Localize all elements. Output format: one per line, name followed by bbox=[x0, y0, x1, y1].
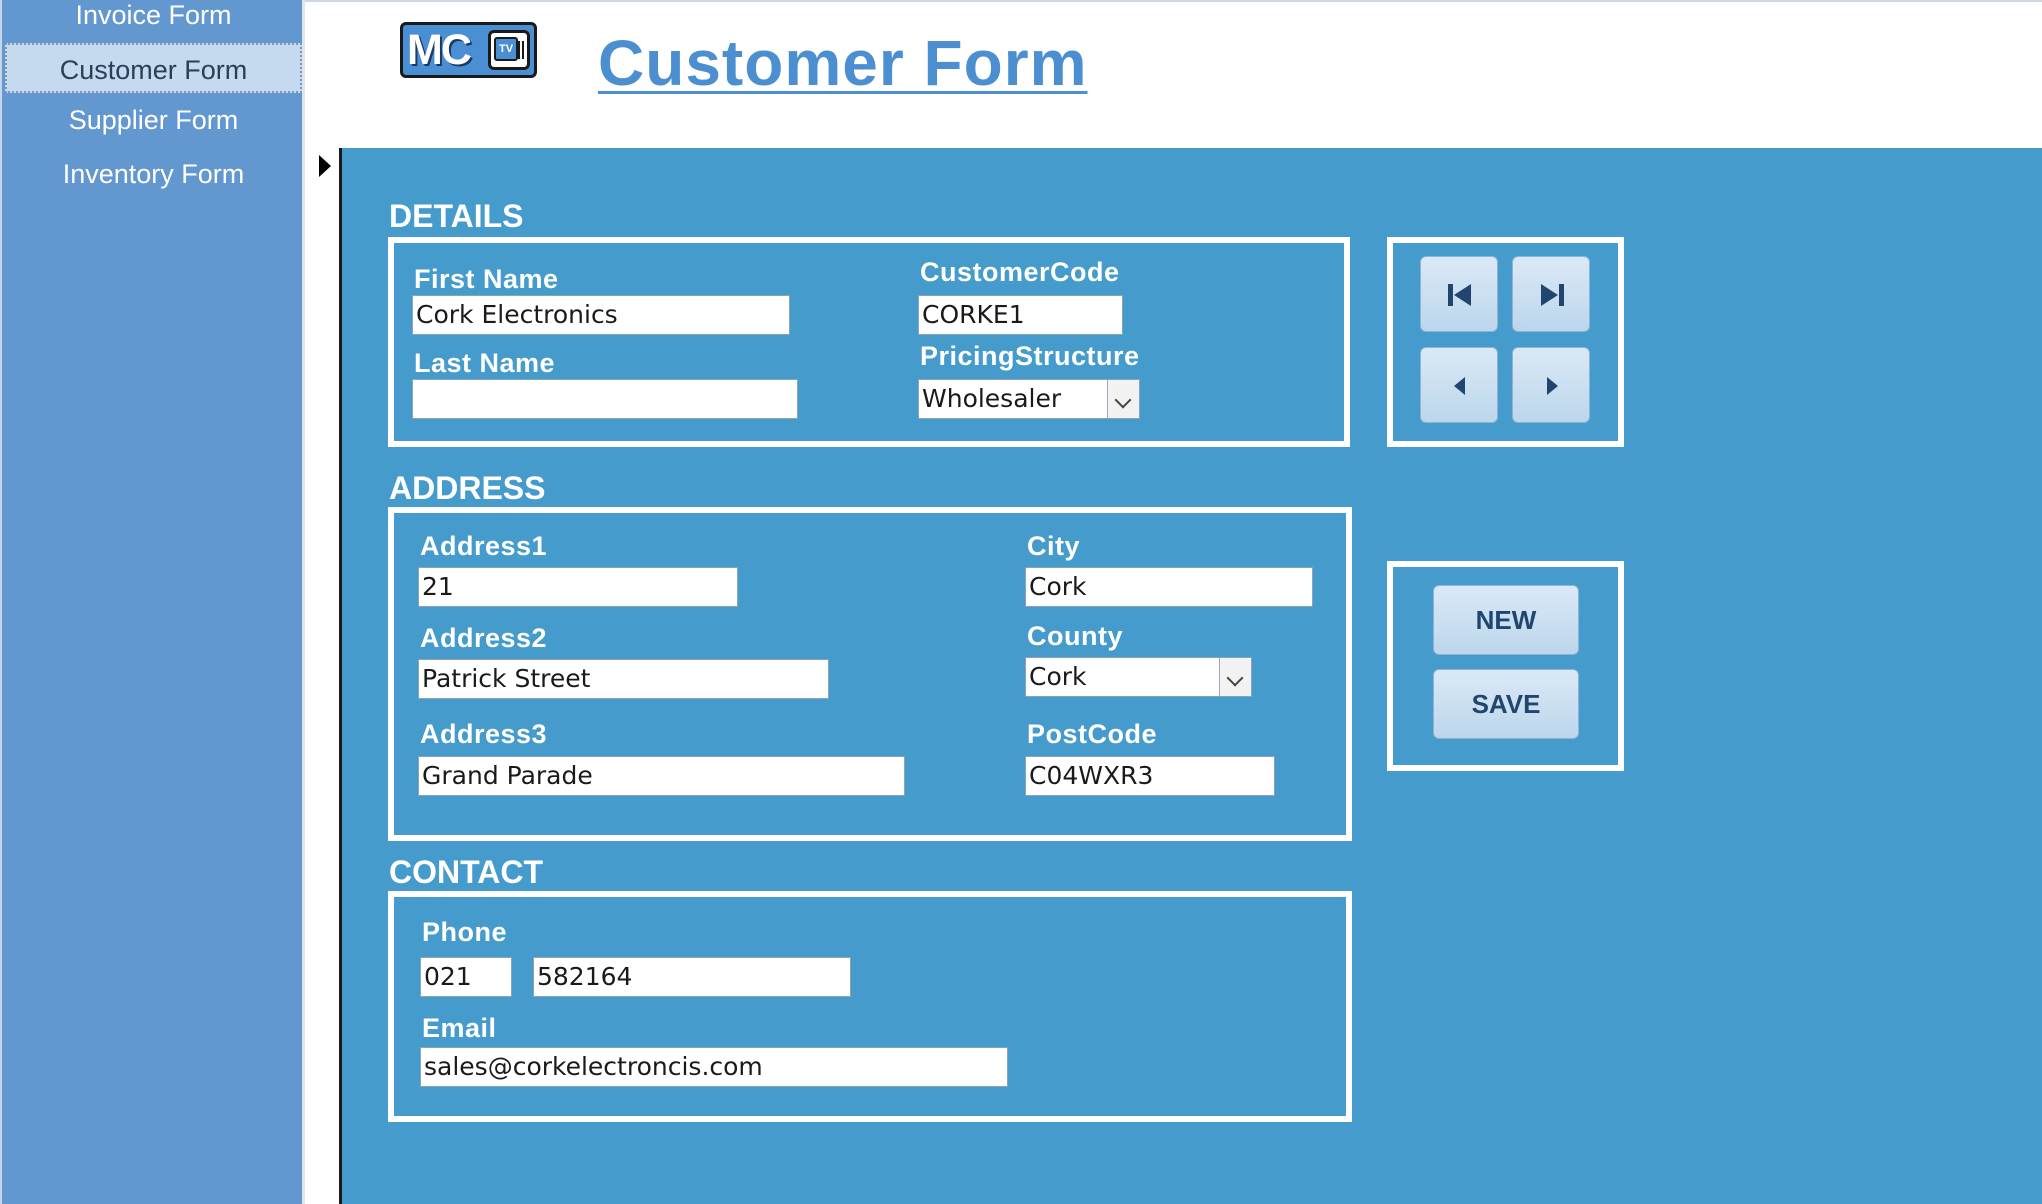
tv-icon: TV bbox=[488, 30, 530, 70]
first-record-icon bbox=[1448, 284, 1471, 306]
save-button[interactable]: SAVE bbox=[1433, 669, 1579, 739]
first-record-button[interactable] bbox=[1420, 256, 1498, 332]
customer-code-field[interactable]: CORKE1 bbox=[918, 295, 1123, 335]
nav-item-inventory-form[interactable]: Inventory Form bbox=[5, 149, 302, 199]
address-section-title: ADDRESS bbox=[389, 470, 546, 506]
details-frame: First Name Cork Electronics Last Name Cu… bbox=[388, 237, 1350, 447]
next-record-icon bbox=[1547, 377, 1558, 395]
record-navigation-frame bbox=[1387, 237, 1624, 447]
actions-frame: NEW SAVE bbox=[1387, 561, 1624, 771]
county-label: County bbox=[1027, 621, 1123, 651]
email-label: Email bbox=[422, 1013, 497, 1043]
nav-item-customer-form[interactable]: Customer Form bbox=[5, 43, 302, 93]
address2-field[interactable]: Patrick Street bbox=[418, 659, 829, 699]
previous-record-button[interactable] bbox=[1420, 347, 1498, 423]
new-button[interactable]: NEW bbox=[1433, 585, 1579, 655]
pricing-structure-value: Wholesaler bbox=[922, 384, 1062, 413]
first-name-field[interactable]: Cork Electronics bbox=[412, 295, 790, 335]
postcode-field[interactable]: C04WXR3 bbox=[1025, 756, 1275, 796]
contact-frame: Phone 021 582164 Email sales@corkelectro… bbox=[388, 891, 1352, 1122]
current-record-pointer-icon bbox=[319, 155, 331, 177]
county-value: Cork bbox=[1029, 662, 1087, 691]
county-select[interactable]: Cork bbox=[1025, 657, 1252, 697]
navigation-pane: Invoice Form Customer Form Supplier Form… bbox=[0, 0, 302, 1204]
email-field[interactable]: sales@corkelectroncis.com bbox=[420, 1047, 1008, 1087]
logo-tv-text: TV bbox=[494, 37, 518, 61]
city-field[interactable]: Cork bbox=[1025, 567, 1313, 607]
address1-field[interactable]: 21 bbox=[418, 567, 738, 607]
next-record-button[interactable] bbox=[1512, 347, 1590, 423]
logo-text: MC bbox=[407, 26, 472, 74]
pricing-structure-label: PricingStructure bbox=[920, 341, 1140, 371]
chevron-down-icon bbox=[1226, 669, 1244, 687]
address3-field[interactable]: Grand Parade bbox=[418, 756, 905, 796]
form-body: DETAILS First Name Cork Electronics Last… bbox=[342, 148, 2042, 1204]
last-name-label: Last Name bbox=[414, 348, 556, 378]
phone-area-code-field[interactable]: 021 bbox=[420, 957, 512, 997]
nav-item-supplier-form[interactable]: Supplier Form bbox=[5, 95, 302, 145]
address3-label: Address3 bbox=[420, 719, 548, 749]
page-title: Customer Form bbox=[598, 27, 1088, 99]
postcode-label: PostCode bbox=[1027, 719, 1158, 749]
tv-knobs bbox=[518, 41, 524, 59]
mc-tv-logo: MC TV bbox=[400, 22, 537, 78]
city-label: City bbox=[1027, 531, 1081, 561]
nav-item-invoice-form[interactable]: Invoice Form bbox=[5, 0, 302, 40]
phone-number-field[interactable]: 582164 bbox=[533, 957, 851, 997]
pricing-structure-dropdown-button[interactable] bbox=[1107, 380, 1139, 418]
last-record-icon bbox=[1541, 284, 1564, 306]
last-record-button[interactable] bbox=[1512, 256, 1590, 332]
address2-label: Address2 bbox=[420, 623, 548, 653]
previous-record-icon bbox=[1454, 377, 1465, 395]
county-dropdown-button[interactable] bbox=[1219, 658, 1251, 696]
chevron-down-icon bbox=[1114, 391, 1132, 409]
customer-code-label: CustomerCode bbox=[920, 257, 1120, 287]
form-header: MC TV Customer Form bbox=[305, 0, 2042, 148]
last-name-field[interactable] bbox=[412, 379, 798, 419]
details-section-title: DETAILS bbox=[389, 198, 524, 234]
contact-section-title: CONTACT bbox=[389, 854, 544, 890]
first-name-label: First Name bbox=[414, 264, 559, 294]
address-frame: Address1 21 Address2 Patrick Street Addr… bbox=[388, 507, 1352, 841]
pricing-structure-select[interactable]: Wholesaler bbox=[918, 379, 1140, 419]
record-selector[interactable] bbox=[305, 148, 342, 1204]
address1-label: Address1 bbox=[420, 531, 548, 561]
phone-label: Phone bbox=[422, 917, 508, 947]
